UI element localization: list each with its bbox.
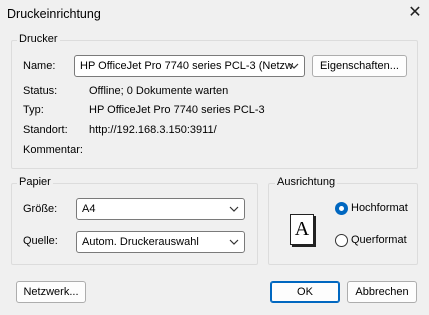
properties-button[interactable]: Eigenschaften... [312,55,407,77]
orientation-group-title: Ausrichtung [275,176,338,188]
location-label: Standort: [23,124,68,136]
status-value: Offline; 0 Dokumente warten [89,85,229,97]
paper-group-title: Papier [17,176,53,188]
paper-size-label: Größe: [23,203,58,215]
type-label: Typ: [23,104,44,116]
portrait-radio[interactable] [335,202,348,215]
paper-source-select[interactable]: Autom. Druckerauswahl [76,231,245,253]
paper-source-label: Quelle: [23,235,58,247]
printer-name-select[interactable]: HP OfficeJet Pro 7740 series PCL-3 (Netz… [74,55,305,77]
orientation-preview: A [290,214,314,245]
location-value: http://192.168.3.150:3911/ [89,124,217,136]
paper-source-value: Autom. Druckerauswahl [82,236,199,248]
landscape-label[interactable]: Querformat [351,234,407,246]
printer-name-value: HP OfficeJet Pro 7740 series PCL-3 (Netz… [80,60,293,72]
ok-button[interactable]: OK [270,281,340,303]
type-value: HP OfficeJet Pro 7740 series PCL-3 [89,104,265,116]
cancel-button[interactable]: Abbrechen [347,281,417,303]
portrait-label[interactable]: Hochformat [351,202,408,214]
status-label: Status: [23,85,58,97]
printer-group-title: Drucker [17,33,60,45]
network-button[interactable]: Netzwerk... [16,281,86,303]
printer-name-label: Name: [23,60,56,72]
landscape-radio[interactable] [335,234,348,247]
comment-label: Kommentar: [23,144,83,156]
window-title: Druckeinrichtung [7,7,101,21]
paper-size-value: A4 [82,203,96,215]
close-icon[interactable]: ✕ [406,3,424,23]
paper-size-select[interactable]: A4 [76,198,245,220]
chevron-down-icon [289,63,299,69]
chevron-down-icon [229,239,239,245]
chevron-down-icon [229,206,239,212]
orientation-preview-glyph: A [294,218,310,240]
